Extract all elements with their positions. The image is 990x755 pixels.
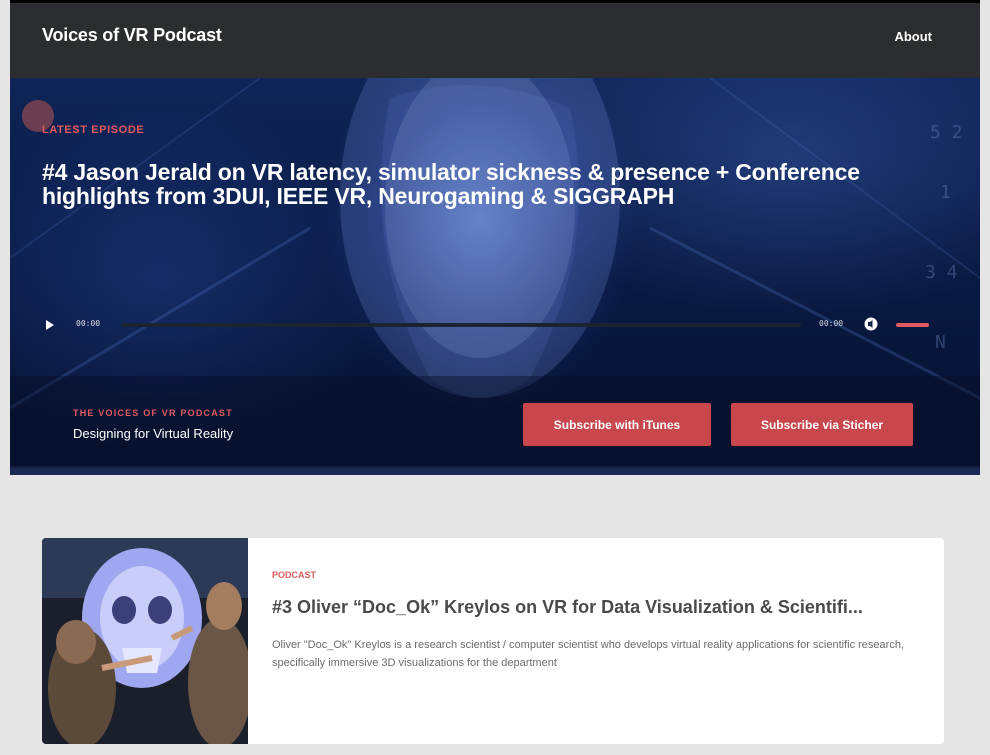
episode-category[interactable]: PODCAST [272, 570, 316, 580]
page: Voices of VR Podcast About 5 2 1 3 4 N L… [0, 0, 990, 755]
episode-thumbnail[interactable] [42, 538, 248, 744]
episode-title[interactable]: #3 Oliver “Doc_Ok” Kreylos on VR for Dat… [272, 597, 932, 618]
podcast-eyebrow: THE VOICES OF VR PODCAST [73, 408, 233, 418]
latest-episode-title[interactable]: #4 Jason Jerald on VR latency, simulator… [42, 160, 942, 208]
current-time: 00:00 [76, 319, 101, 328]
top-navigation-bar: Voices of VR Podcast About [10, 0, 980, 78]
progress-track[interactable] [121, 323, 801, 327]
volume-icon[interactable] [864, 317, 878, 331]
episode-excerpt: Oliver "Doc_Ok" Kreylos is a research sc… [272, 639, 905, 669]
svg-text:3 4: 3 4 [925, 262, 958, 283]
svg-text:5 2: 5 2 [930, 122, 963, 143]
latest-episode-label: LATEST EPISODE [42, 124, 145, 136]
subscribe-itunes-button[interactable]: Subscribe with iTunes [523, 403, 711, 446]
subscribe-stitcher-button[interactable]: Subscribe via Sticher [731, 403, 913, 446]
volume-slider[interactable] [896, 323, 929, 327]
subscribe-band: THE VOICES OF VR PODCAST Designing for V… [10, 376, 980, 468]
audio-player: 00:00 00:00 [46, 314, 936, 336]
podcast-tagline: Designing for Virtual Reality [73, 426, 234, 441]
latest-episode-hero: 5 2 1 3 4 N LATEST EPISODE #4 Jason Jera… [10, 78, 980, 475]
site-brand[interactable]: Voices of VR Podcast [42, 25, 222, 46]
volume-level [896, 323, 929, 327]
svg-text:N: N [935, 332, 946, 353]
episode-card[interactable]: PODCAST #3 Oliver “Doc_Ok” Kreylos on VR… [42, 538, 944, 744]
play-icon[interactable] [46, 320, 54, 330]
nav-link-about[interactable]: About [894, 29, 932, 44]
total-time: 00:00 [819, 319, 844, 328]
